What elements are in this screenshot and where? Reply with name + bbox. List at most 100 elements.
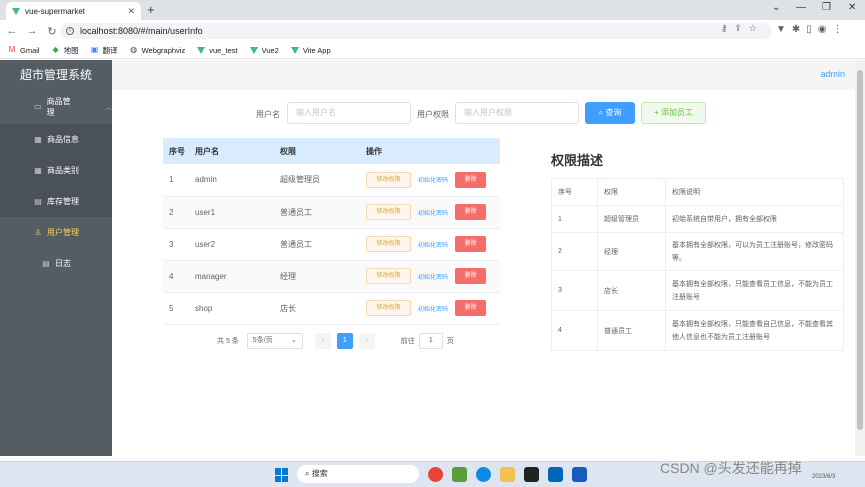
- reset-password-link[interactable]: 初始化密码: [414, 240, 452, 249]
- vscode-icon[interactable]: [548, 467, 563, 482]
- cell-no: 4: [163, 260, 189, 293]
- bookmarks-bar: M Gmail ◆ 地图 ▣ 翻译 ◍ Webgraphviz vue_test Vue…: [0, 42, 865, 59]
- bookmark-webgraphviz[interactable]: ◍ Webgraphviz: [130, 46, 185, 55]
- box-icon: ▭: [34, 102, 42, 111]
- forward-icon[interactable]: →: [24, 25, 40, 37]
- table-row: 4 普通员工 基本拥有全部权限，只能查看自己信息，不能查看其他人信息也不能为员工注册…: [551, 310, 844, 351]
- next-page-button[interactable]: ›: [358, 333, 375, 349]
- edit-perm-button[interactable]: 修改权限: [366, 204, 411, 220]
- prev-page-button[interactable]: ‹: [314, 333, 331, 349]
- bookmark-maps[interactable]: ◆ 地图: [52, 45, 79, 56]
- word-icon[interactable]: [572, 467, 587, 482]
- app-title: 超市管理系统: [0, 60, 112, 90]
- chevron-down-icon[interactable]: ⌄: [772, 2, 780, 13]
- edit-perm-button[interactable]: 修改权限: [366, 300, 411, 316]
- cell-no: 1: [551, 205, 598, 233]
- jetbrains-icon[interactable]: [524, 467, 539, 482]
- bag-icon: ▦: [34, 134, 42, 144]
- delete-button[interactable]: 删除: [455, 268, 486, 284]
- taskbar-search[interactable]: ⌕ 搜索: [297, 465, 419, 483]
- username-input[interactable]: 输入用户名: [287, 102, 411, 124]
- reload-icon[interactable]: ↻: [44, 25, 60, 38]
- sidebar-item-users[interactable]: ♙ 用户管理: [0, 217, 112, 248]
- cell-perm: 超级管理员: [597, 205, 666, 233]
- chevron-up-icon: ︿: [105, 104, 112, 111]
- vue-icon: [249, 46, 258, 54]
- url-text: localhost:8080/#/main/userInfo: [80, 26, 203, 36]
- page-size-select[interactable]: 5条/页 ⌄: [246, 333, 303, 349]
- sidebar-group-products[interactable]: ▭ 商品管理 ︿: [0, 90, 112, 124]
- cell-desc: 基本拥有全部权限，可以为员工注册账号，修改密码等。: [665, 232, 844, 271]
- chrome-icon[interactable]: [428, 467, 443, 482]
- reset-password-link[interactable]: 初始化密码: [414, 175, 452, 184]
- delete-button[interactable]: 删除: [455, 171, 486, 188]
- delete-button[interactable]: 删除: [455, 204, 486, 220]
- reset-password-link[interactable]: 初始化密码: [414, 272, 452, 281]
- info-icon[interactable]: i: [66, 27, 74, 35]
- omnibox-icons[interactable]: ⚷⇪☆: [721, 23, 764, 34]
- bookmark-vite-app[interactable]: Vite App: [290, 46, 331, 55]
- users-table: 序号 用户名 权限 操作 1 admin 超级管理员 修改权限 初始化密码 删除 2 user…: [163, 138, 500, 325]
- cell-username: admin: [189, 164, 274, 197]
- goto-suffix: 页: [446, 338, 454, 345]
- maximize-icon[interactable]: ❐: [822, 2, 831, 13]
- delete-button[interactable]: 删除: [455, 300, 486, 316]
- url-input[interactable]: i localhost:8080/#/main/userInfo ⚷⇪☆: [60, 23, 772, 39]
- col-header: 权限: [597, 178, 666, 206]
- reset-password-link[interactable]: 初始化密码: [414, 304, 452, 313]
- back-icon[interactable]: ←: [4, 25, 20, 37]
- sidebar-item-logs[interactable]: ▤ 日志: [0, 248, 112, 279]
- cell-desc: 基本拥有全部权限，只能查看员工信息，不能为员工注册账号: [665, 270, 844, 311]
- minimize-icon[interactable]: —: [796, 2, 806, 13]
- edit-perm-button[interactable]: 修改权限: [366, 236, 411, 252]
- sidebar-item-product-category[interactable]: ▦ 商品类别: [0, 155, 112, 186]
- bookmark-gmail[interactable]: M Gmail: [8, 46, 40, 55]
- bookmark-vue2[interactable]: Vue2: [249, 46, 279, 55]
- goto-page-input[interactable]: 1: [418, 333, 443, 349]
- col-header: 操作: [360, 138, 500, 164]
- extension-icons[interactable]: ▼✱▯◉⋮: [776, 24, 849, 35]
- edit-perm-button[interactable]: 修改权限: [366, 171, 411, 188]
- query-button[interactable]: ⌕ 查询: [585, 102, 635, 124]
- bookmark-vue-test[interactable]: vue_test: [197, 46, 238, 55]
- reset-password-link[interactable]: 初始化密码: [414, 208, 452, 217]
- col-header: 用户名: [189, 138, 274, 164]
- edit-perm-button[interactable]: 修改权限: [366, 268, 411, 284]
- cell-perm: 经理: [274, 260, 360, 293]
- app-icon[interactable]: [452, 467, 467, 482]
- cell-actions: 修改权限 初始化密码 删除: [360, 228, 500, 261]
- col-header: 权限说明: [665, 178, 844, 206]
- cell-perm: 普通员工: [274, 196, 360, 229]
- delete-button[interactable]: 删除: [455, 236, 486, 252]
- add-employee-button[interactable]: + 添加员工: [641, 102, 706, 124]
- folder-icon[interactable]: [500, 467, 515, 482]
- scrollbar-thumb[interactable]: [857, 70, 863, 430]
- cell-perm: 超级管理员: [274, 164, 360, 197]
- grid-icon: ▦: [34, 165, 42, 175]
- user-menu[interactable]: admin: [820, 69, 845, 79]
- bookmark-translate[interactable]: ▣ 翻译: [91, 45, 118, 56]
- watermark: CSDN @头发还能再掉: [660, 460, 802, 476]
- edge-icon[interactable]: [476, 467, 491, 482]
- sidebar-item-product-info[interactable]: ▦ 商品信息: [0, 124, 112, 155]
- perm-input[interactable]: 输入用户权限: [455, 102, 579, 124]
- cell-desc: 初始系统自带用户，拥有全部权限: [665, 205, 844, 233]
- cell-perm: 店长: [597, 270, 666, 311]
- perm-label: 用户权限: [417, 110, 449, 119]
- maps-icon: ◆: [52, 45, 59, 54]
- new-tab-icon[interactable]: +: [147, 2, 155, 17]
- vue-favicon-icon: [12, 7, 20, 15]
- windows-start-icon[interactable]: [275, 468, 289, 482]
- cell-no: 3: [163, 228, 189, 261]
- browser-tabbar: vue-supermarket ✕ + ⌄ — ❐ ✕: [0, 0, 865, 20]
- browser-tab[interactable]: vue-supermarket ✕: [6, 2, 141, 20]
- tab-close-icon[interactable]: ✕: [127, 6, 135, 17]
- cell-perm: 店长: [274, 292, 360, 325]
- close-window-icon[interactable]: ✕: [848, 2, 856, 13]
- cell-no: 5: [163, 292, 189, 325]
- sidebar-item-inventory[interactable]: ▤ 库存管理: [0, 186, 112, 217]
- cell-no: 4: [551, 310, 598, 351]
- page-scrollbar[interactable]: [855, 60, 865, 456]
- cell-no: 1: [163, 164, 189, 197]
- page-1-button[interactable]: 1: [336, 333, 353, 349]
